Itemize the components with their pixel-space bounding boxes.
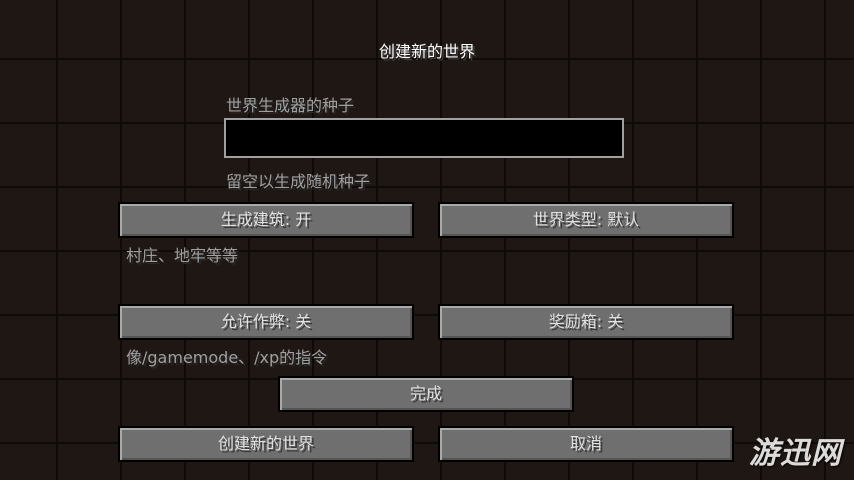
world-options-screen: 创建新的世界 世界生成器的种子 留空以生成随机种子 生成建筑: 开 世界类型: … [0, 0, 854, 480]
site-watermark: 游迅网 [749, 436, 842, 471]
world-type-button[interactable]: 世界类型: 默认 [438, 202, 734, 238]
structures-hint: 村庄、地牢等等 [126, 246, 239, 265]
done-button[interactable]: 完成 [278, 376, 574, 412]
cheats-hint: 像/gamemode、/xp的指令 [126, 348, 328, 367]
seed-label: 世界生成器的种子 [226, 96, 355, 115]
bonus-chest-button[interactable]: 奖励箱: 关 [438, 304, 734, 340]
seed-input[interactable] [224, 118, 624, 158]
seed-hint: 留空以生成随机种子 [226, 172, 371, 191]
allow-cheats-button[interactable]: 允许作弊: 关 [118, 304, 414, 340]
generate-structures-button[interactable]: 生成建筑: 开 [118, 202, 414, 238]
screen-title: 创建新的世界 [378, 42, 475, 61]
cancel-button[interactable]: 取消 [438, 426, 734, 462]
create-world-button[interactable]: 创建新的世界 [118, 426, 414, 462]
